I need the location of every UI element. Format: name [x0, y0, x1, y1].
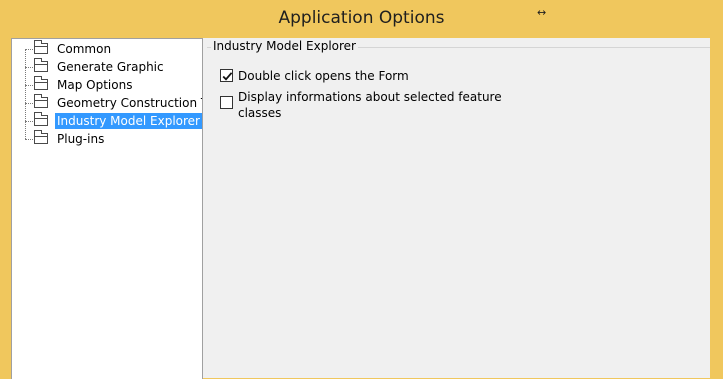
options-tree: Common Generate Graphic Map Options Geom… [11, 38, 203, 379]
group-title: Industry Model Explorer [211, 39, 358, 53]
double-click-checkbox[interactable] [220, 69, 233, 82]
group-border [355, 47, 711, 48]
tree-item-label[interactable]: Plug-ins [55, 131, 106, 147]
display-info-label[interactable]: Display informations about selected feat… [238, 89, 508, 121]
tree-item-map-options[interactable]: Map Options [12, 76, 202, 94]
folder-icon [34, 130, 48, 144]
double-click-label[interactable]: Double click opens the Form [238, 68, 409, 84]
tree-item-label[interactable]: Map Options [55, 77, 134, 93]
tree-item-label[interactable]: Generate Graphic [55, 59, 166, 75]
window-title: Application Options [278, 8, 445, 28]
resize-cursor-icon: ↔ [537, 6, 547, 19]
tree-item-plug-ins[interactable]: Plug-ins [12, 130, 202, 148]
tree-item-common[interactable]: Common [12, 40, 202, 58]
folder-icon [34, 76, 48, 90]
display-info-checkbox[interactable] [220, 96, 233, 109]
tree-item-industry-model-explorer[interactable]: Industry Model Explorer [12, 112, 202, 130]
tree-item-label-selected[interactable]: Industry Model Explorer [55, 113, 202, 129]
tree-item-label[interactable]: Common [55, 41, 113, 57]
folder-icon [34, 94, 48, 108]
tree-item-label[interactable]: Geometry Construction T [55, 95, 202, 111]
application-options-window: Application Options ↔ Common Generate Gr… [0, 0, 723, 379]
folder-icon [34, 112, 48, 126]
folder-icon [34, 58, 48, 72]
checkmark-icon [222, 72, 233, 81]
title-bar[interactable]: Application Options ↔ [0, 0, 723, 38]
folder-icon [34, 40, 48, 54]
tree-item-generate-graphic[interactable]: Generate Graphic [12, 58, 202, 76]
options-content-panel: Industry Model Explorer Double click ope… [202, 38, 711, 378]
tree-item-geometry-construction[interactable]: Geometry Construction T [12, 94, 202, 112]
window-frame-right [710, 38, 723, 378]
